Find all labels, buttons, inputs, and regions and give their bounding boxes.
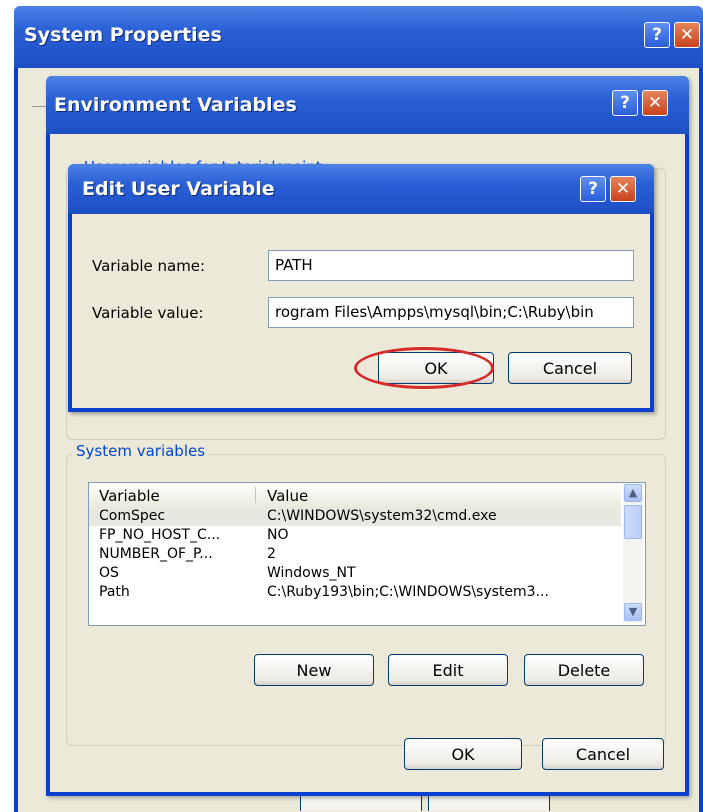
table-row[interactable]: FP_NO_HOST_C... NO bbox=[89, 526, 621, 545]
variable-value-label: Variable value: bbox=[92, 304, 204, 322]
row-variable: Path bbox=[99, 584, 130, 600]
system-properties-help-icon[interactable]: ? bbox=[644, 22, 670, 48]
variable-name-label: Variable name: bbox=[92, 257, 206, 275]
edit-user-variable-titlebar: Edit User Variable ? ✕ bbox=[68, 164, 654, 214]
scroll-thumb[interactable] bbox=[624, 505, 642, 539]
table-row[interactable]: OS Windows_NT bbox=[89, 564, 621, 583]
env-ok-button[interactable]: OK bbox=[404, 738, 522, 770]
edit-ok-button[interactable]: OK bbox=[378, 352, 494, 384]
table-row[interactable]: NUMBER_OF_P... 2 bbox=[89, 545, 621, 564]
system-properties-close-icon[interactable]: ✕ bbox=[674, 22, 700, 48]
variable-name-field[interactable]: PATH bbox=[268, 250, 634, 281]
variable-value-field[interactable]: rogram Files\Ampps\mysql\bin;C:\Ruby\bin bbox=[268, 297, 634, 328]
column-header-value[interactable]: Value bbox=[267, 487, 308, 505]
edit-user-variable-dialog: Edit User Variable ? ✕ Variable name: PA… bbox=[68, 164, 654, 412]
system-properties-title: System Properties bbox=[24, 24, 222, 46]
table-row[interactable]: ComSpec C:\WINDOWS\system32\cmd.exe bbox=[89, 507, 621, 526]
environment-variables-titlebar: Environment Variables ? ✕ bbox=[46, 76, 689, 134]
new-button[interactable]: New bbox=[254, 654, 374, 686]
row-value: C:\Ruby193\bin;C:\WINDOWS\system3... bbox=[267, 584, 549, 600]
row-value: 2 bbox=[267, 546, 276, 562]
env-cancel-button[interactable]: Cancel bbox=[542, 738, 664, 770]
vertical-scrollbar[interactable]: ▲ ▼ bbox=[623, 483, 643, 623]
row-variable: FP_NO_HOST_C... bbox=[99, 527, 221, 543]
row-value: NO bbox=[267, 527, 289, 543]
column-divider[interactable] bbox=[255, 487, 256, 503]
edit-button[interactable]: Edit bbox=[388, 654, 508, 686]
column-header-variable[interactable]: Variable bbox=[99, 487, 160, 505]
row-variable: ComSpec bbox=[99, 508, 166, 524]
row-value: C:\WINDOWS\system32\cmd.exe bbox=[267, 508, 497, 524]
environment-variables-title: Environment Variables bbox=[54, 94, 297, 116]
edit-user-variable-title: Edit User Variable bbox=[82, 178, 275, 200]
edit-user-variable-body: Variable name: PATH Variable value: rogr… bbox=[72, 214, 650, 408]
delete-button[interactable]: Delete bbox=[524, 654, 644, 686]
scroll-up-icon[interactable]: ▲ bbox=[624, 484, 642, 502]
row-variable: OS bbox=[99, 565, 119, 581]
edit-cancel-button[interactable]: Cancel bbox=[508, 352, 632, 384]
environment-variables-close-icon[interactable]: ✕ bbox=[642, 90, 668, 116]
edit-user-variable-close-icon[interactable]: ✕ bbox=[610, 176, 636, 202]
system-properties-titlebar: System Properties ? ✕ bbox=[14, 6, 703, 68]
row-value: Windows_NT bbox=[267, 565, 356, 581]
scroll-down-icon[interactable]: ▼ bbox=[624, 603, 642, 621]
row-variable: NUMBER_OF_P... bbox=[99, 546, 213, 562]
table-row[interactable]: Path C:\Ruby193\bin;C:\WINDOWS\system3..… bbox=[89, 583, 621, 602]
edit-user-variable-help-icon[interactable]: ? bbox=[580, 176, 606, 202]
list-header: Variable Value bbox=[89, 483, 621, 508]
system-variables-label: System variables bbox=[72, 442, 210, 460]
environment-variables-help-icon[interactable]: ? bbox=[612, 90, 638, 116]
system-variables-list[interactable]: Variable Value ComSpec C:\WINDOWS\system… bbox=[88, 482, 646, 626]
